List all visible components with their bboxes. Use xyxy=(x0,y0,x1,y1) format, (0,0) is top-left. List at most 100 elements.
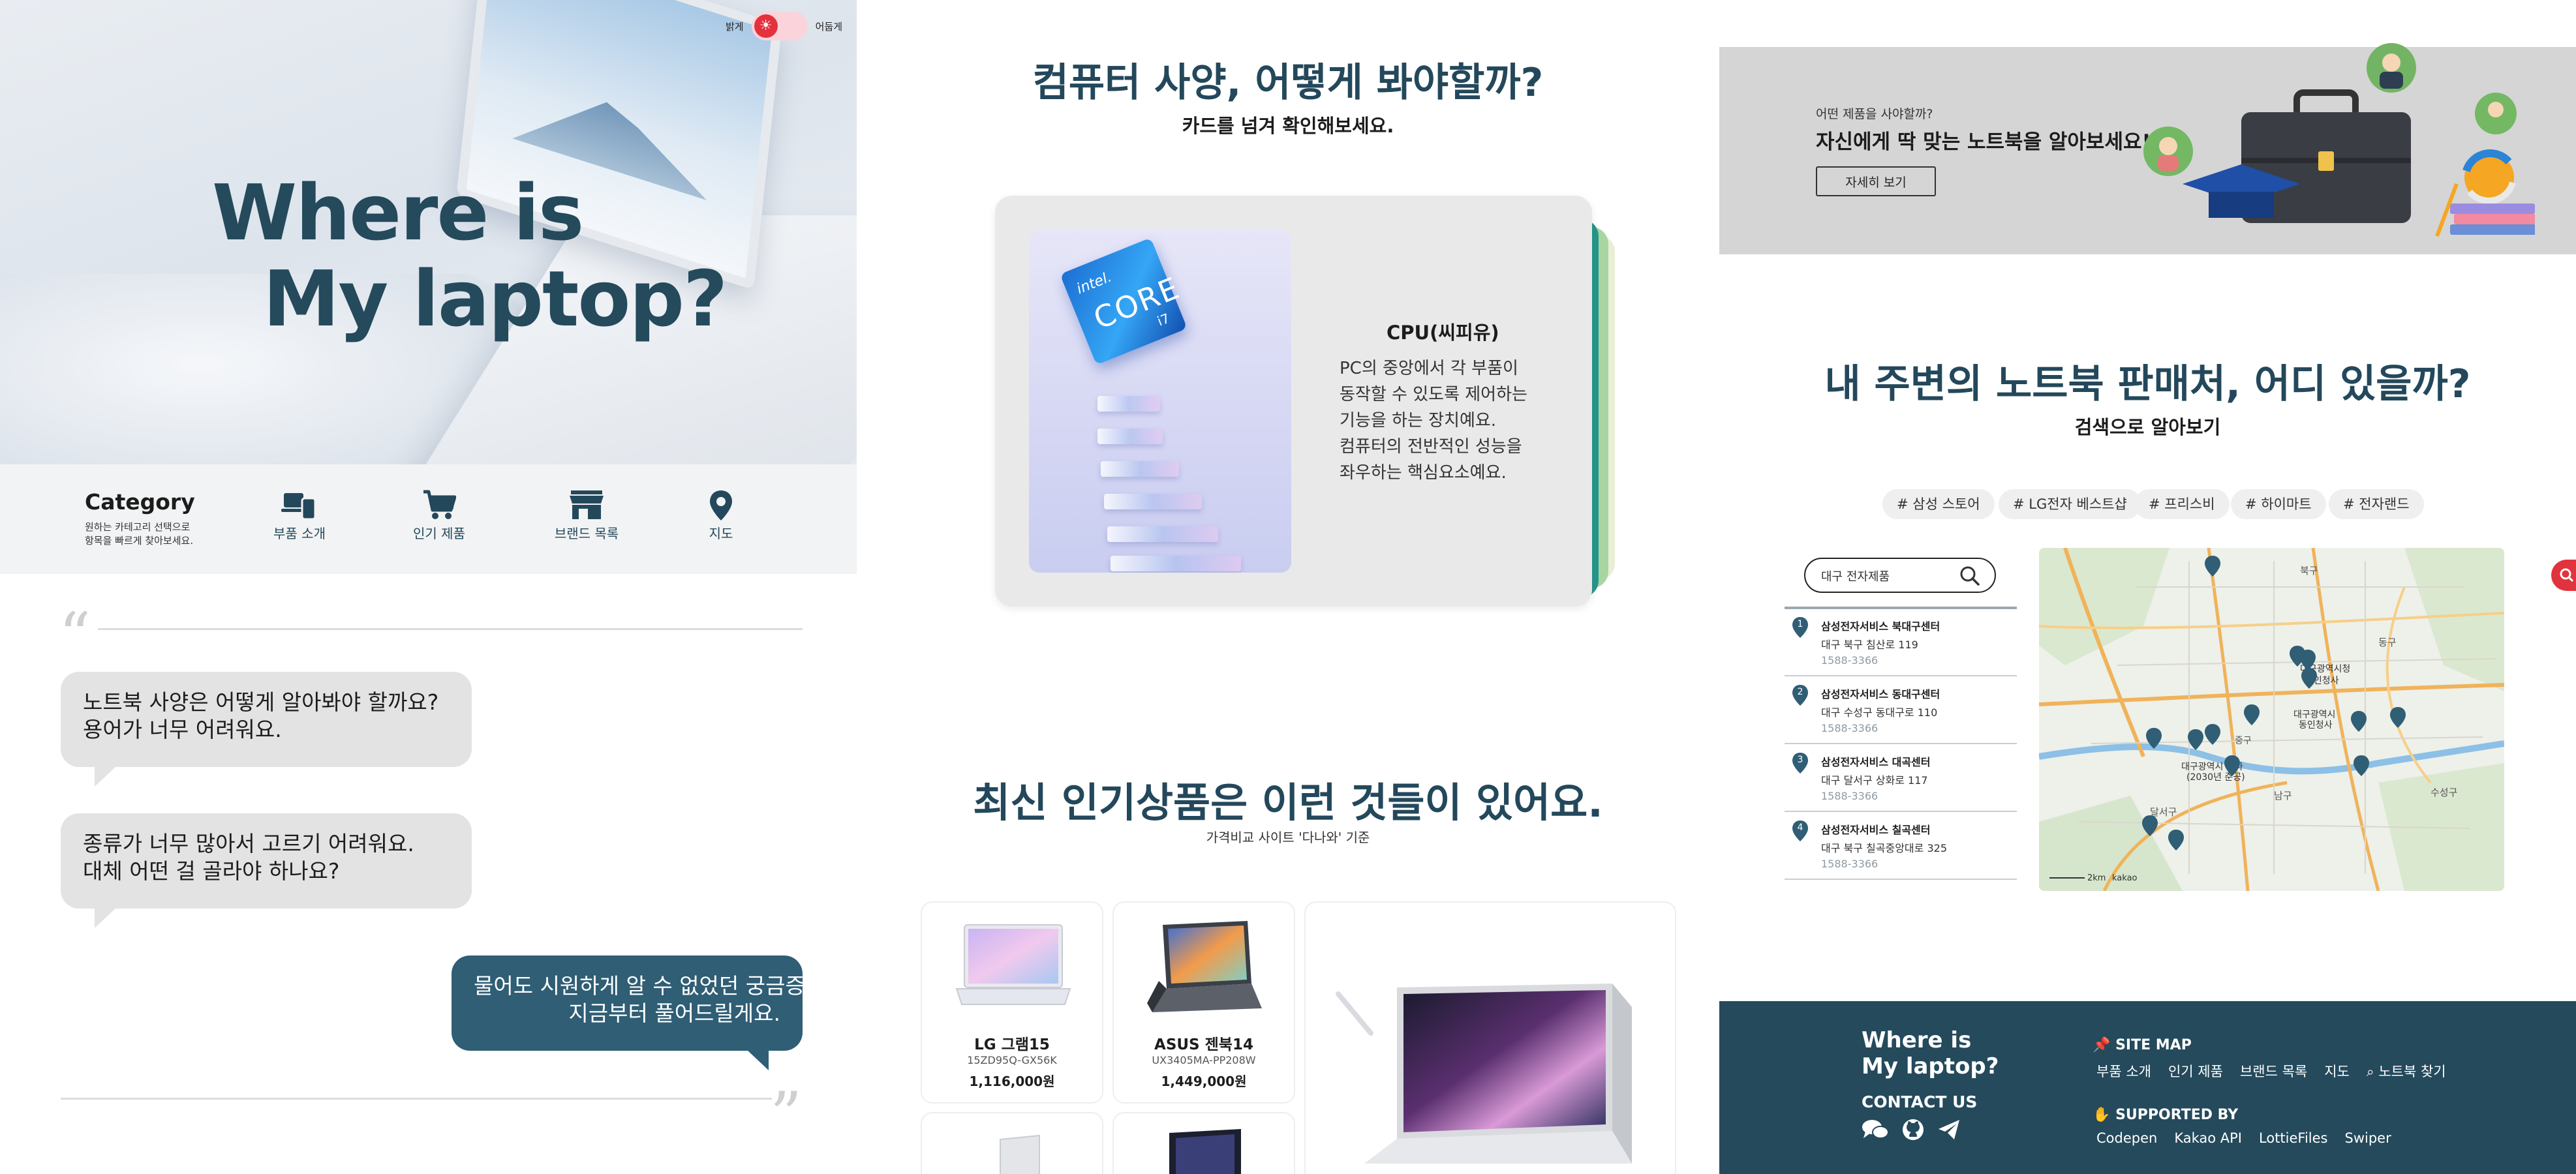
product-card-lg-gram[interactable]: LG 그램15 15ZD95Q-GX56K 1,116,000원 xyxy=(921,901,1103,1104)
tag-lg-bestshop[interactable]: # LG전자 베스트샵 xyxy=(1999,489,2141,519)
chat-bubble-text: 용어가 너무 어려워요. xyxy=(83,717,282,742)
category-item-label: 브랜드 목록 xyxy=(554,526,619,541)
store-item[interactable]: 3 삼성전자서비스 대곡센터 대구 달서구 상화로 117 1588-3366 xyxy=(1785,744,2017,812)
footer-link-swiper[interactable]: Swiper xyxy=(2345,1130,2391,1146)
category-item-parts[interactable]: 부품 소개 xyxy=(251,489,348,542)
footer-link-popular[interactable]: 인기 제품 xyxy=(2168,1061,2223,1081)
send-icon[interactable] xyxy=(1937,1119,1961,1141)
footer-link-parts[interactable]: 부품 소개 xyxy=(2096,1061,2151,1081)
category-desc-line2: 항목을 빠르게 찾아보세요. xyxy=(85,535,194,547)
hero-title: Where is My laptop? xyxy=(212,168,728,342)
side-search-button[interactable] xyxy=(2551,560,2576,591)
chat-bubble-text: 대체 어떤 걸 골라야 하나요? xyxy=(83,858,340,884)
store-panel: 어떤 제품을 사야할까? 자신에게 딱 맞는 노트북을 알아보세요! 자세히 보… xyxy=(1719,0,2576,1174)
footer-link-lottiefiles[interactable]: LottieFiles xyxy=(2259,1130,2327,1146)
category-title: Category xyxy=(85,489,195,515)
store-search-box[interactable] xyxy=(1804,558,1996,593)
store-icon xyxy=(538,489,636,523)
tag-himart[interactable]: # 하이마트 xyxy=(2231,489,2326,519)
banner-detail-button[interactable]: 자세히 보기 xyxy=(1816,166,1936,196)
product-card-asus-zenbook[interactable]: ASUS 젠북14 UX3405MA-PP208W 1,449,000원 xyxy=(1112,901,1295,1104)
card-body-line: PC의 중앙에서 각 부품이 xyxy=(1340,359,1518,378)
chat-bubble-text: 종류가 너무 많아서 고르기 어려워요. xyxy=(83,831,414,856)
sitemap-title: SITE MAP xyxy=(2115,1037,2192,1053)
parts-icon xyxy=(251,489,348,523)
store-item[interactable]: 4 삼성전자서비스 칠곡센터 대구 북구 칠곡중앙대로 325 1588-336… xyxy=(1785,812,2017,880)
tag-electroland[interactable]: # 전자랜드 xyxy=(2329,489,2424,519)
glass-step xyxy=(1097,429,1163,444)
store-phone: 1588-3366 xyxy=(1821,722,1878,734)
category-item-brand[interactable]: 브랜드 목록 xyxy=(538,489,636,542)
map-label: 북구 xyxy=(2300,565,2318,577)
sitemap-head: 📌 SITE MAP xyxy=(2093,1037,2192,1053)
hero-title-line1: Where is xyxy=(212,168,584,258)
tag-frisbee[interactable]: # 프리스비 xyxy=(2134,489,2230,519)
product-card-featured[interactable] xyxy=(1304,901,1676,1174)
popular-section-subtitle: 가격비교 사이트 '다나와' 기준 xyxy=(1206,830,1370,845)
supported-title: SUPPORTED BY xyxy=(2115,1107,2239,1123)
category-item-map[interactable]: 지도 xyxy=(672,489,770,542)
banner-title: 자신에게 딱 맞는 노트북을 알아보세요! xyxy=(1816,130,2151,154)
site-footer: Where is My laptop? CONTACT US 📌 SITE MA… xyxy=(1719,1001,2576,1174)
card-body: PC의 중앙에서 각 부품이 동작할 수 있도록 제어하는 기능을 하는 장치예… xyxy=(1340,355,1555,486)
map-label: 달서구 xyxy=(2150,806,2177,818)
product-name: ASUS 젠북14 xyxy=(1154,1036,1253,1053)
store-section-title: 내 주변의 노트북 판매처, 어디 있을까? xyxy=(1824,361,2471,407)
store-section-subtitle: 검색으로 알아보기 xyxy=(2074,416,2221,438)
theme-toggle-track[interactable]: ☀ xyxy=(751,12,808,40)
product-model: UX3405MA-PP208W xyxy=(1152,1054,1256,1066)
github-icon[interactable] xyxy=(1902,1119,1924,1141)
chat-icon[interactable] xyxy=(1862,1119,1889,1141)
store-item[interactable]: 2 삼성전자서비스 동대구센터 대구 수성구 동대구로 110 1588-336… xyxy=(1785,676,2017,744)
footer-brand-line1: Where is xyxy=(1862,1027,1972,1053)
footer-link-kakao-api[interactable]: Kakao API xyxy=(2174,1130,2242,1146)
store-map[interactable]: 북구 대구광역시청 동인청사 대구광역시 동인청사 대구광역시 청사 (2030… xyxy=(2039,548,2504,891)
product-image xyxy=(1169,1129,1241,1174)
theme-toggle[interactable]: 밝게 ☀ 어둡게 xyxy=(726,12,842,40)
card-body-line: 기능을 하는 장치예요. xyxy=(1340,411,1497,430)
product-image xyxy=(955,924,1071,1005)
banner-illustration xyxy=(2143,43,2535,237)
map-canvas[interactable]: 북구 대구광역시청 동인청사 대구광역시 동인청사 대구광역시 청사 (2030… xyxy=(2039,548,2504,891)
store-item[interactable]: 1 삼성전자서비스 북대구센터 대구 북구 침산로 119 1588-3366 xyxy=(1785,609,2017,676)
cpu-image: intel. CORE i7 xyxy=(1029,230,1291,573)
category-item-label: 지도 xyxy=(709,526,733,541)
footer-link-map[interactable]: 지도 xyxy=(2324,1061,2350,1081)
pin-icon: 📌 xyxy=(2093,1037,2111,1053)
map-label: 수성구 xyxy=(2430,787,2457,798)
search-icon[interactable] xyxy=(1958,564,1982,588)
store-search-input[interactable] xyxy=(1820,565,1959,586)
category-item-popular[interactable]: 인기 제품 xyxy=(390,489,488,542)
store-name: 삼성전자서비스 칠곡센터 xyxy=(1821,824,1931,836)
theme-dark-label: 어둡게 xyxy=(815,20,843,33)
footer-link-brands[interactable]: 브랜드 목록 xyxy=(2240,1061,2307,1081)
footer-link-codepen[interactable]: Codepen xyxy=(2096,1130,2157,1146)
chat-bubble-question2: 종류가 너무 많아서 고르기 어려워요. 대체 어떤 걸 골라야 하나요? xyxy=(61,813,472,928)
chip-brand: intel. xyxy=(1074,269,1114,298)
quote-divider-bottom xyxy=(61,1098,772,1100)
sitemap-links: 부품 소개 인기 제품 브랜드 목록 지도 ⌕ 노트북 찾기 xyxy=(2096,1061,2446,1081)
quote-divider-top xyxy=(98,628,803,630)
store-address: 대구 수성구 동대구로 110 xyxy=(1821,706,1938,719)
product-card-4[interactable] xyxy=(1112,1112,1295,1174)
spec-card-carousel[interactable]: intel. CORE i7 CPU(씨피유) PC의 중앙에서 각 부품이 동… xyxy=(995,196,1648,613)
store-name: 삼성전자서비스 대곡센터 xyxy=(1821,756,1931,768)
close-quote-icon: ” xyxy=(770,1079,803,1152)
product-price: 1,449,000원 xyxy=(1161,1074,1247,1089)
product-image xyxy=(1000,1134,1040,1174)
search-icon xyxy=(2560,568,2574,582)
product-card-3[interactable] xyxy=(921,1112,1103,1174)
tag-samsung-store[interactable]: # 삼성 스토어 xyxy=(1882,489,1995,519)
glass-step xyxy=(1104,494,1202,509)
card-body-line: 컴퓨터의 전반적인 성능을 xyxy=(1340,437,1522,457)
glass-step xyxy=(1097,396,1160,412)
footer-brand: Where is My laptop? xyxy=(1862,1027,1999,1079)
sun-icon: ☀ xyxy=(754,14,778,38)
footer-link-find-laptop[interactable]: ⌕ 노트북 찾기 xyxy=(2367,1061,2446,1081)
store-marker-number: 3 xyxy=(1797,755,1803,765)
product-name: LG 그램15 xyxy=(974,1036,1050,1053)
spec-card-cpu[interactable]: intel. CORE i7 CPU(씨피유) PC의 중앙에서 각 부품이 동… xyxy=(995,196,1592,607)
cart-icon xyxy=(390,489,488,523)
map-label: 남구 xyxy=(2274,790,2292,802)
intel-core-i7-chip: intel. CORE i7 xyxy=(1060,237,1188,365)
